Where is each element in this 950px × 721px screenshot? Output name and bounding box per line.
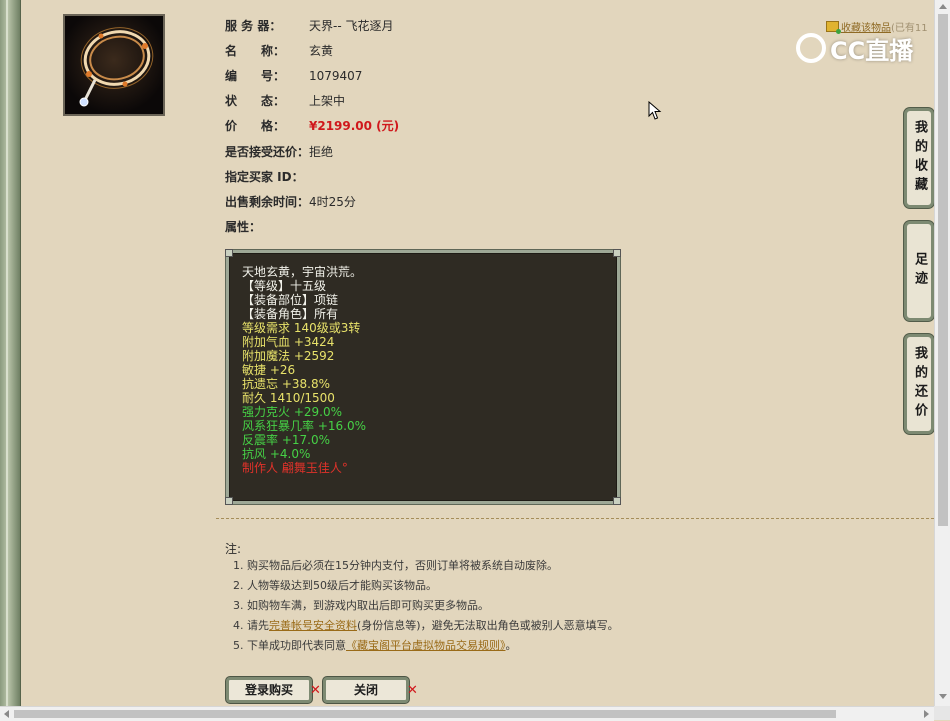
attributes-label: 属性：	[225, 220, 262, 234]
close-x-icon: ✕	[310, 683, 321, 698]
side-tab-label: 足迹	[912, 252, 927, 290]
side-tab-label: 我的收藏	[912, 120, 927, 196]
notes-title: 注:	[225, 542, 242, 556]
time-left-label: 出售剩余时间：	[225, 195, 310, 209]
server-value: 天界-- 飞花逐月	[309, 19, 394, 33]
attribute-line: 敏捷 +26	[242, 363, 296, 377]
name-row: 名 称： 玄黄	[225, 43, 333, 59]
side-tab-my-favorites[interactable]: 我的收藏	[904, 108, 934, 208]
id-label: 编 号：	[225, 69, 286, 83]
panel-corner	[613, 497, 621, 505]
vertical-scrollbar[interactable]	[934, 0, 950, 706]
note-item: 4. 请先完善帐号安全资料(身份信息等)，避免无法取出角色或被别人恶意填写。	[233, 619, 619, 633]
attributes-panel: 天地玄黄，宇宙洪荒。 【等级】十五级 【装备部位】项链 【装备角色】所有 等级需求 14…	[225, 249, 621, 505]
counter-offer-row: 是否接受还价：拒绝	[225, 144, 333, 160]
note-text: (身份信息等)，避免无法取出角色或被别人恶意填写。	[357, 619, 619, 632]
login-buy-button[interactable]: 登录购买	[226, 677, 312, 703]
side-tab-history[interactable]: 足迹	[904, 221, 934, 321]
attribute-line: 制作人 翩舞玉佳人°	[242, 461, 348, 475]
necklace-icon	[65, 16, 163, 114]
note-item: 2. 人物等级达到50级后才能购买该物品。	[233, 579, 437, 592]
attribute-line: 附加魔法 +2592	[242, 349, 335, 363]
left-border-frame	[0, 0, 21, 720]
close-x-icon: ✕	[407, 683, 418, 698]
panel-corner	[613, 249, 621, 257]
name-label: 名 称：	[225, 44, 286, 58]
counter-offer-value: 拒绝	[309, 145, 334, 159]
cc-logo-icon	[796, 33, 826, 63]
note-text: 4. 请先	[233, 619, 269, 632]
attribute-line: 等级需求 140级或3转	[242, 321, 361, 335]
attribute-line: 【等级】十五级	[242, 279, 327, 293]
item-image-necklace	[63, 14, 165, 116]
scroll-down-icon[interactable]	[939, 694, 947, 699]
close-button[interactable]: 关闭	[323, 677, 409, 703]
panel-corner	[225, 249, 233, 257]
buyer-id-label: 指定买家 ID：	[225, 170, 304, 184]
attribute-line: 天地玄黄，宇宙洪荒。	[242, 265, 363, 279]
attribute-line: 附加气血 +3424	[242, 335, 335, 349]
attribute-line: 【装备角色】所有	[242, 307, 339, 321]
panel-corner	[225, 497, 233, 505]
attribute-line: 耐久 1410/1500	[242, 391, 335, 405]
server-row: 服 务 器： 天界-- 飞花逐月	[225, 18, 393, 34]
time-left-value: 4时25分	[309, 195, 356, 209]
scroll-left-icon[interactable]	[4, 710, 9, 718]
price-value: ¥2199.00 (元)	[309, 119, 400, 133]
trade-rules-link[interactable]: 《藏宝阁平台虚拟物品交易规则》	[346, 639, 506, 652]
watermark-text: CC直播	[830, 36, 914, 65]
status-row: 状 态： 上架中	[225, 93, 345, 109]
status-label: 状 态：	[225, 94, 286, 108]
price-label: 价 格：	[225, 119, 286, 133]
attribute-line: 抗风 +4.0%	[242, 447, 311, 461]
side-tab-my-bargains[interactable]: 我的还价	[904, 334, 934, 434]
name-value: 玄黄	[309, 44, 334, 58]
attributes-row: 属性：	[225, 219, 309, 235]
counter-offer-label: 是否接受还价：	[225, 145, 310, 159]
time-left-row: 出售剩余时间：4时25分	[225, 194, 356, 210]
close-label: 关闭	[353, 683, 378, 697]
mouse-cursor-icon	[648, 101, 662, 120]
note-text: 5. 下单成功即代表同意	[233, 639, 346, 652]
note-text: 。	[505, 639, 517, 652]
attribute-line: 强力克火 +29.0%	[242, 405, 342, 419]
scroll-up-icon[interactable]	[939, 4, 947, 9]
vertical-scroll-thumb[interactable]	[938, 14, 948, 526]
note-item: 1. 购买物品后必须在15分钟内支付，否则订单将被系统自动废除。	[233, 559, 558, 572]
section-divider	[216, 518, 934, 519]
side-tab-label: 我的还价	[912, 346, 927, 422]
attribute-line: 抗遗忘 +38.8%	[242, 377, 330, 391]
note-item: 5. 下单成功即代表同意《藏宝阁平台虚拟物品交易规则》。	[233, 639, 517, 653]
scroll-right-icon[interactable]	[924, 710, 929, 718]
id-row: 编 号： 1079407	[225, 68, 362, 84]
server-label: 服 务 器：	[225, 19, 282, 33]
attribute-line: 反震率 +17.0%	[242, 433, 330, 447]
cc-live-watermark: CC直播	[796, 30, 913, 66]
price-row: 价 格： ¥2199.00 (元)	[225, 118, 399, 134]
attribute-line: 【装备部位】项链	[242, 293, 339, 307]
horizontal-scrollbar[interactable]	[0, 706, 934, 721]
account-security-link[interactable]: 完善帐号安全资料	[269, 619, 357, 632]
horizontal-scroll-thumb[interactable]	[14, 710, 836, 718]
id-value: 1079407	[309, 69, 363, 83]
scrollbar-corner	[934, 706, 950, 720]
buyer-id-row: 指定买家 ID：	[225, 169, 309, 185]
attribute-line: 风系狂暴几率 +16.0%	[242, 419, 366, 433]
attributes-list: 天地玄黄，宇宙洪荒。 【等级】十五级 【装备部位】项链 【装备角色】所有 等级需求 14…	[242, 265, 366, 475]
login-buy-label: 登录购买	[244, 683, 293, 697]
status-value: 上架中	[309, 94, 346, 108]
note-item: 3. 如购物车满，到游戏内取出后即可购买更多物品。	[233, 599, 489, 612]
